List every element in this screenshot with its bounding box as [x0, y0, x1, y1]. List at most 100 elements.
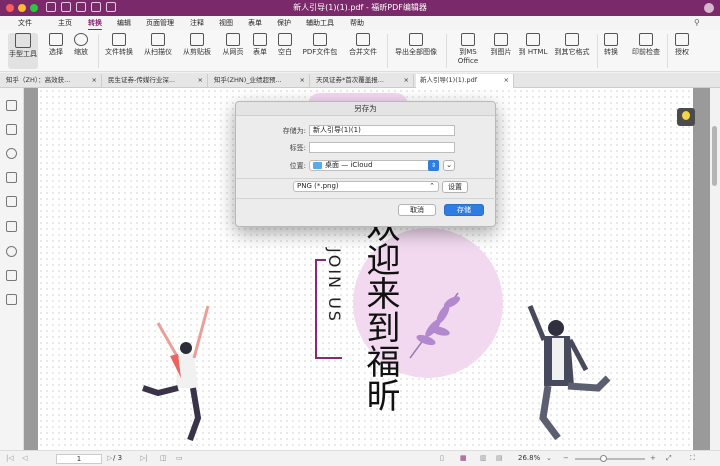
export-images-button[interactable]: 导出全部图像: [392, 33, 440, 57]
save-button[interactable]: 存储: [444, 204, 484, 216]
zoom-icon: [74, 33, 88, 46]
first-page-icon[interactable]: |◁: [6, 454, 14, 462]
form-icon: [253, 33, 267, 46]
signature-icon[interactable]: [6, 221, 17, 232]
format-select[interactable]: PNG (*.png) ⌃: [293, 181, 439, 192]
to-ms-office-button[interactable]: 到MS Office: [452, 33, 484, 66]
location-label: 位置:: [289, 162, 306, 170]
settings-button[interactable]: 设置: [442, 181, 468, 193]
layers-icon[interactable]: [6, 172, 17, 183]
attachment-icon[interactable]: [6, 196, 17, 207]
cursor-icon: [49, 33, 63, 46]
zoom-out-icon[interactable]: −: [563, 454, 569, 462]
tab-document-2[interactable]: 民生证券-传媒行业深... ×: [104, 74, 208, 88]
cover-page-icon[interactable]: ▤: [496, 454, 503, 462]
menu-view[interactable]: 视图: [219, 18, 233, 28]
vertical-scrollbar[interactable]: [710, 88, 720, 450]
location-icon[interactable]: [6, 246, 17, 257]
tab-document-active[interactable]: 新人引导(1)(1).pdf ×: [416, 74, 514, 88]
zoom-in-icon[interactable]: +: [650, 454, 656, 462]
blank-button[interactable]: 空白: [274, 33, 296, 57]
lightbulb-icon: [682, 111, 690, 120]
continuous-page-icon[interactable]: ▦: [460, 454, 467, 462]
location-dropdown-icon[interactable]: ⇕: [428, 160, 439, 171]
menu-form[interactable]: 表单: [248, 18, 262, 28]
close-tab-icon[interactable]: ×: [300, 74, 305, 87]
menu-help[interactable]: 帮助: [350, 18, 364, 28]
close-tab-icon[interactable]: ×: [504, 74, 509, 87]
save-as-dialog: 另存为 存储为: 新人引导(1)(1) 标签: 位置: 桌面 — iCloud …: [235, 101, 497, 227]
menu-protect[interactable]: 保护: [277, 18, 291, 28]
hand-tool-button[interactable]: 手型工具: [8, 33, 38, 69]
ribbon-separator: [98, 34, 99, 68]
document-tabs: 知乎（ZH）：高效获... × 民生证券-传媒行业深... × 知乎(ZHN)_业绩…: [0, 73, 720, 88]
pdf-portfolio-button[interactable]: PDF文件包: [300, 33, 340, 57]
tab-document-3[interactable]: 知乎(ZHN)_业绩超预... ×: [210, 74, 310, 88]
close-tab-icon[interactable]: ×: [198, 74, 203, 87]
bookmark-icon[interactable]: [6, 100, 17, 111]
select-button[interactable]: 选择: [46, 33, 66, 57]
ribbon-separator: [446, 34, 447, 68]
content-icon[interactable]: [6, 294, 17, 305]
page-number-input[interactable]: 1: [56, 454, 102, 464]
to-other-formats-button[interactable]: 到其它格式: [552, 33, 592, 57]
zoom-slider-knob[interactable]: [600, 455, 607, 462]
close-tab-icon[interactable]: ×: [404, 74, 409, 87]
view-mode-icon[interactable]: ◫: [160, 454, 167, 462]
prev-page-icon[interactable]: ◁: [22, 454, 27, 462]
ribbon-separator: [667, 34, 668, 68]
dialog-title: 另存为: [236, 102, 495, 116]
tags-field[interactable]: [309, 142, 455, 153]
location-select[interactable]: 桌面 — iCloud: [309, 160, 439, 171]
menu-home[interactable]: 主页: [58, 18, 72, 28]
view-mode-icon[interactable]: ▭: [176, 454, 183, 462]
menu-accessibility[interactable]: 辅助工具: [306, 18, 334, 28]
file-convert-button[interactable]: 文件转换: [103, 33, 135, 57]
facing-page-icon[interactable]: ▥: [480, 454, 487, 462]
from-scanner-button[interactable]: 从扫描仪: [141, 33, 175, 57]
fullscreen-icon[interactable]: ⛶: [690, 454, 695, 463]
expand-dialog-button[interactable]: ⌄: [443, 160, 455, 171]
window-title: 新人引导(1)(1).pdf - 福昕PDF编辑器: [293, 3, 427, 12]
menu-edit[interactable]: 编辑: [117, 18, 131, 28]
tag-icon[interactable]: [6, 270, 17, 281]
to-html-button[interactable]: 到 HTML: [518, 33, 548, 57]
image-icon: [409, 33, 423, 46]
search-icon[interactable]: ⚲: [694, 18, 700, 27]
menu-file[interactable]: 文件: [18, 18, 32, 28]
chevron-down-icon: ⌄: [446, 161, 452, 169]
preflight-button[interactable]: 印前检查: [628, 33, 664, 57]
convert-button[interactable]: 转换: [600, 33, 622, 57]
form-button[interactable]: 表单: [250, 33, 270, 57]
select-arrows-icon: ⌃: [429, 182, 435, 190]
menu-page-management[interactable]: 页面管理: [146, 18, 174, 28]
status-bar: |◁ ◁ 1 ▷ / 3 ▷| ◫ ▭ ▯ ▦ ▥ ▤ 26.8% ⌄ − + …: [0, 450, 720, 466]
zoom-dropdown-icon[interactable]: ⌄: [546, 454, 552, 462]
merge-files-button[interactable]: 合并文件: [345, 33, 381, 57]
comment-icon[interactable]: [6, 148, 17, 159]
zoom-button[interactable]: 缩放: [70, 33, 92, 57]
close-tab-icon[interactable]: ×: [92, 74, 97, 87]
zoom-level[interactable]: 26.8%: [518, 454, 540, 462]
merge-icon: [356, 33, 370, 46]
save-as-field[interactable]: 新人引导(1)(1): [309, 125, 455, 136]
license-button[interactable]: 授权: [671, 33, 693, 57]
tips-lightbulb-button[interactable]: [677, 108, 695, 126]
from-webpage-button[interactable]: 从网页: [220, 33, 246, 57]
zoom-slider[interactable]: [575, 458, 645, 460]
heading-chinese: 欢迎来到福昕: [360, 208, 400, 412]
from-clipboard-button[interactable]: 从剪贴板: [180, 33, 214, 57]
tab-document-1[interactable]: 知乎（ZH）：高效获... ×: [2, 74, 102, 88]
single-page-icon[interactable]: ▯: [440, 454, 444, 462]
menu-comment[interactable]: 注释: [190, 18, 204, 28]
last-page-icon[interactable]: ▷|: [140, 454, 148, 462]
scrollbar-thumb[interactable]: [712, 126, 717, 186]
folder-icon: [313, 161, 322, 169]
account-icon[interactable]: [704, 3, 714, 13]
fit-page-icon[interactable]: ⤢: [666, 454, 672, 463]
cancel-button[interactable]: 取消: [398, 204, 436, 216]
to-image-button[interactable]: 到图片: [488, 33, 514, 57]
tab-document-4[interactable]: 天风证券*首次覆盖报... ×: [312, 74, 414, 88]
next-page-icon[interactable]: ▷: [107, 454, 112, 462]
pages-icon[interactable]: [6, 124, 17, 135]
